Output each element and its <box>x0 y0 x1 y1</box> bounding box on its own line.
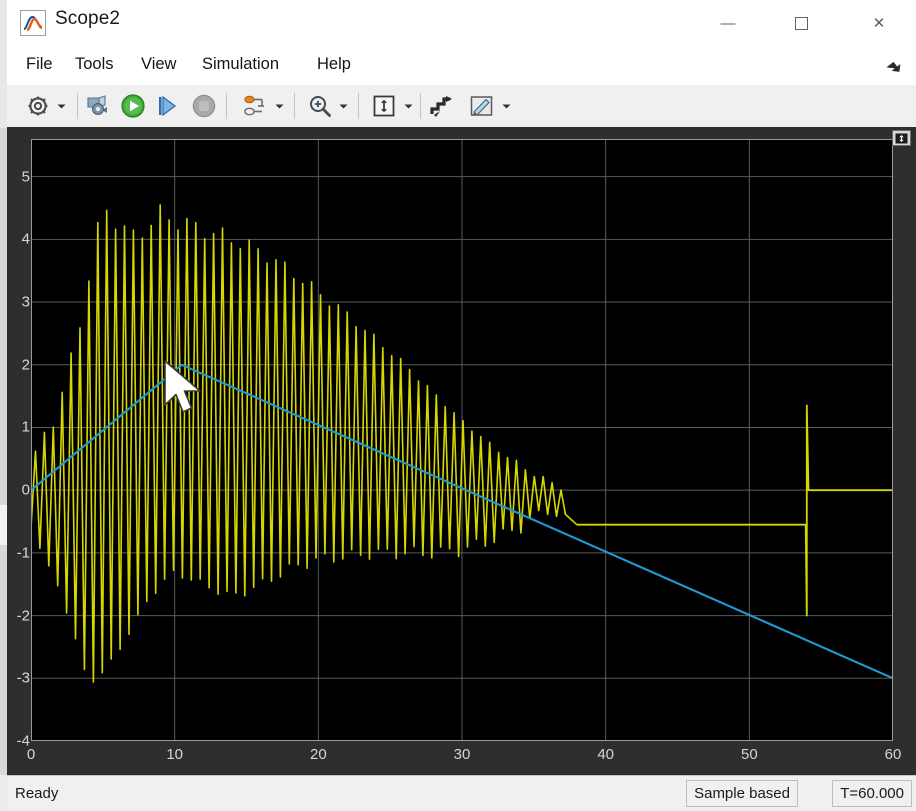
configuration-dropdown[interactable] <box>55 89 68 123</box>
chevron-down-icon <box>57 104 66 108</box>
matlab-scope-icon <box>20 10 46 36</box>
step-forward-button[interactable] <box>151 89 185 123</box>
title-bar: Scope2 — ✕ <box>7 0 916 47</box>
annotation-dropdown[interactable] <box>500 89 513 123</box>
menu-item-simulation[interactable]: Simulation <box>195 52 286 80</box>
chevron-down-icon <box>275 104 284 108</box>
run-button[interactable] <box>116 89 150 123</box>
y-tick-3: 3 <box>21 293 30 311</box>
bg-sliver-top <box>0 0 7 128</box>
toolbar-separator <box>294 93 295 119</box>
x-tick-30: 30 <box>453 746 471 763</box>
status-ready-label: Ready <box>15 785 59 802</box>
annotation-button[interactable] <box>465 89 499 123</box>
y-tick--2: -2 <box>16 607 30 625</box>
y-tick--3: -3 <box>16 669 30 687</box>
autoscale-dropdown[interactable] <box>402 89 415 123</box>
toolbar-separator <box>358 93 359 119</box>
background-window-sliver <box>0 0 7 811</box>
y-tick-4: 4 <box>21 230 30 248</box>
x-tick-10: 10 <box>166 746 183 763</box>
plot-axes[interactable] <box>31 139 893 741</box>
zoom-in-button[interactable] <box>303 89 337 123</box>
bg-sliver-bottom <box>0 775 7 811</box>
y-tick-0: 0 <box>21 481 30 499</box>
toolbar <box>7 85 916 128</box>
close-button[interactable]: ✕ <box>856 0 902 47</box>
stop-button[interactable] <box>187 89 221 123</box>
menu-item-view[interactable]: View <box>134 52 183 80</box>
window-title: Scope2 <box>55 8 121 29</box>
chevron-down-icon <box>404 104 413 108</box>
y-tick-5: 5 <box>21 168 30 186</box>
x-tick-0: 0 <box>26 746 36 763</box>
menu-item-help[interactable]: Help <box>310 52 358 80</box>
signal-selection-button[interactable] <box>238 89 272 123</box>
scope-plot-panel: 5 4 3 2 1 0 -1 -2 -3 -4 0 10 20 30 40 50 60 <box>7 127 916 775</box>
maximize-button[interactable] <box>778 0 824 47</box>
chevron-down-icon <box>502 104 511 108</box>
toolbar-separator <box>420 93 421 119</box>
x-tick-40: 40 <box>597 746 614 763</box>
status-bar: Ready Sample based T=60.000 <box>7 775 916 811</box>
maximize-icon <box>794 17 808 30</box>
signal-selection-dropdown[interactable] <box>273 89 286 123</box>
expand-axes-icon[interactable] <box>892 130 911 146</box>
menu-bar: File Tools View Simulation Help <box>7 47 916 85</box>
autoscale-button[interactable] <box>367 89 401 123</box>
configuration-properties-button[interactable] <box>21 89 55 123</box>
close-icon: ✕ <box>872 15 886 32</box>
y-tick--4: -4 <box>16 732 30 750</box>
chevron-down-icon <box>339 104 348 108</box>
menu-item-file[interactable]: File <box>19 52 60 80</box>
x-tick-50: 50 <box>740 746 758 763</box>
x-tick-20: 20 <box>309 746 327 763</box>
menu-item-tools[interactable]: Tools <box>68 52 121 80</box>
cursor-measurements-button[interactable] <box>425 89 459 123</box>
toolbar-separator <box>77 93 78 119</box>
run-back-to-start-button[interactable] <box>82 89 116 123</box>
minimize-button[interactable]: — <box>705 0 751 47</box>
toolbar-separator <box>226 93 227 119</box>
scope-window: Scope2 — ✕ File Tools View Simulation He… <box>0 0 916 811</box>
undock-arrow-icon[interactable] <box>886 59 904 75</box>
zoom-dropdown[interactable] <box>337 89 350 123</box>
y-tick--1: -1 <box>16 544 30 562</box>
y-tick-1: 1 <box>21 418 30 436</box>
status-time: T=60.000 <box>832 780 912 807</box>
y-tick-2: 2 <box>21 356 30 374</box>
minimize-icon: — <box>720 15 736 32</box>
x-tick-60: 60 <box>884 746 902 763</box>
bg-sliver-highlight <box>0 505 7 545</box>
status-sample-mode: Sample based <box>686 780 798 807</box>
